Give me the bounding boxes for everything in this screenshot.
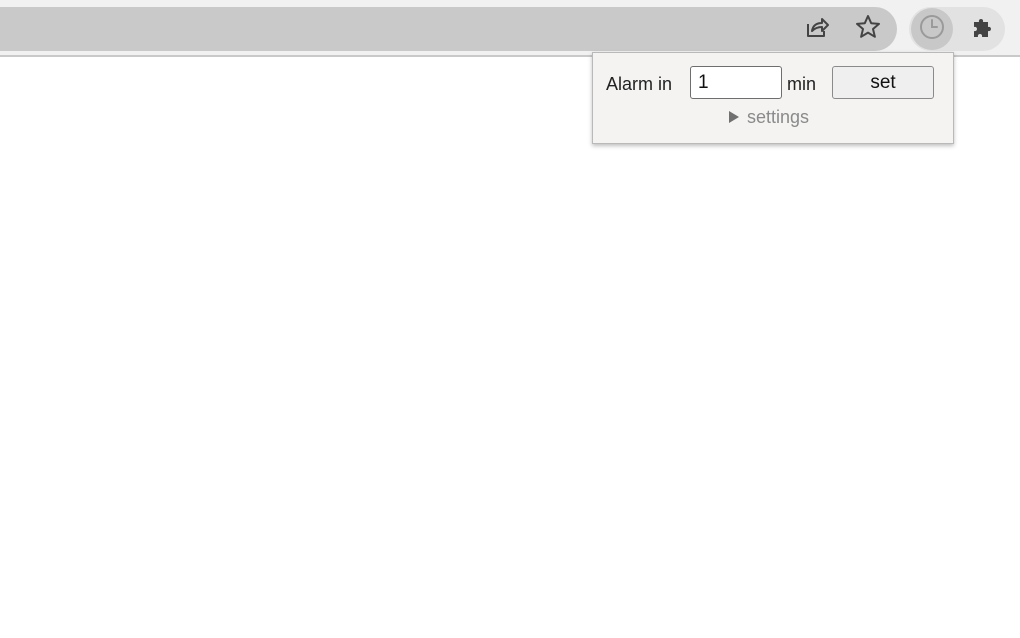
share-button[interactable] xyxy=(799,11,835,47)
alarm-label: Alarm in xyxy=(606,74,673,94)
set-button[interactable]: set xyxy=(832,66,934,99)
share-icon xyxy=(803,13,831,46)
alarm-extension-button[interactable] xyxy=(911,8,953,50)
alarm-row: Alarm in min set xyxy=(593,66,953,100)
star-icon xyxy=(854,13,882,46)
browser-toolbar xyxy=(0,0,1020,57)
minutes-input[interactable] xyxy=(690,66,782,99)
address-bar[interactable] xyxy=(0,7,897,51)
unit-label: min xyxy=(787,74,817,94)
bookmark-button[interactable] xyxy=(850,11,886,47)
settings-toggle[interactable]: settings xyxy=(729,106,809,128)
settings-label: settings xyxy=(747,106,810,127)
clock-icon xyxy=(918,13,946,46)
puzzle-icon xyxy=(970,14,996,45)
alarm-popup: Alarm in min set settings xyxy=(592,52,954,144)
extensions-menu-button[interactable] xyxy=(962,8,1004,50)
expand-triangle-icon xyxy=(729,111,739,123)
